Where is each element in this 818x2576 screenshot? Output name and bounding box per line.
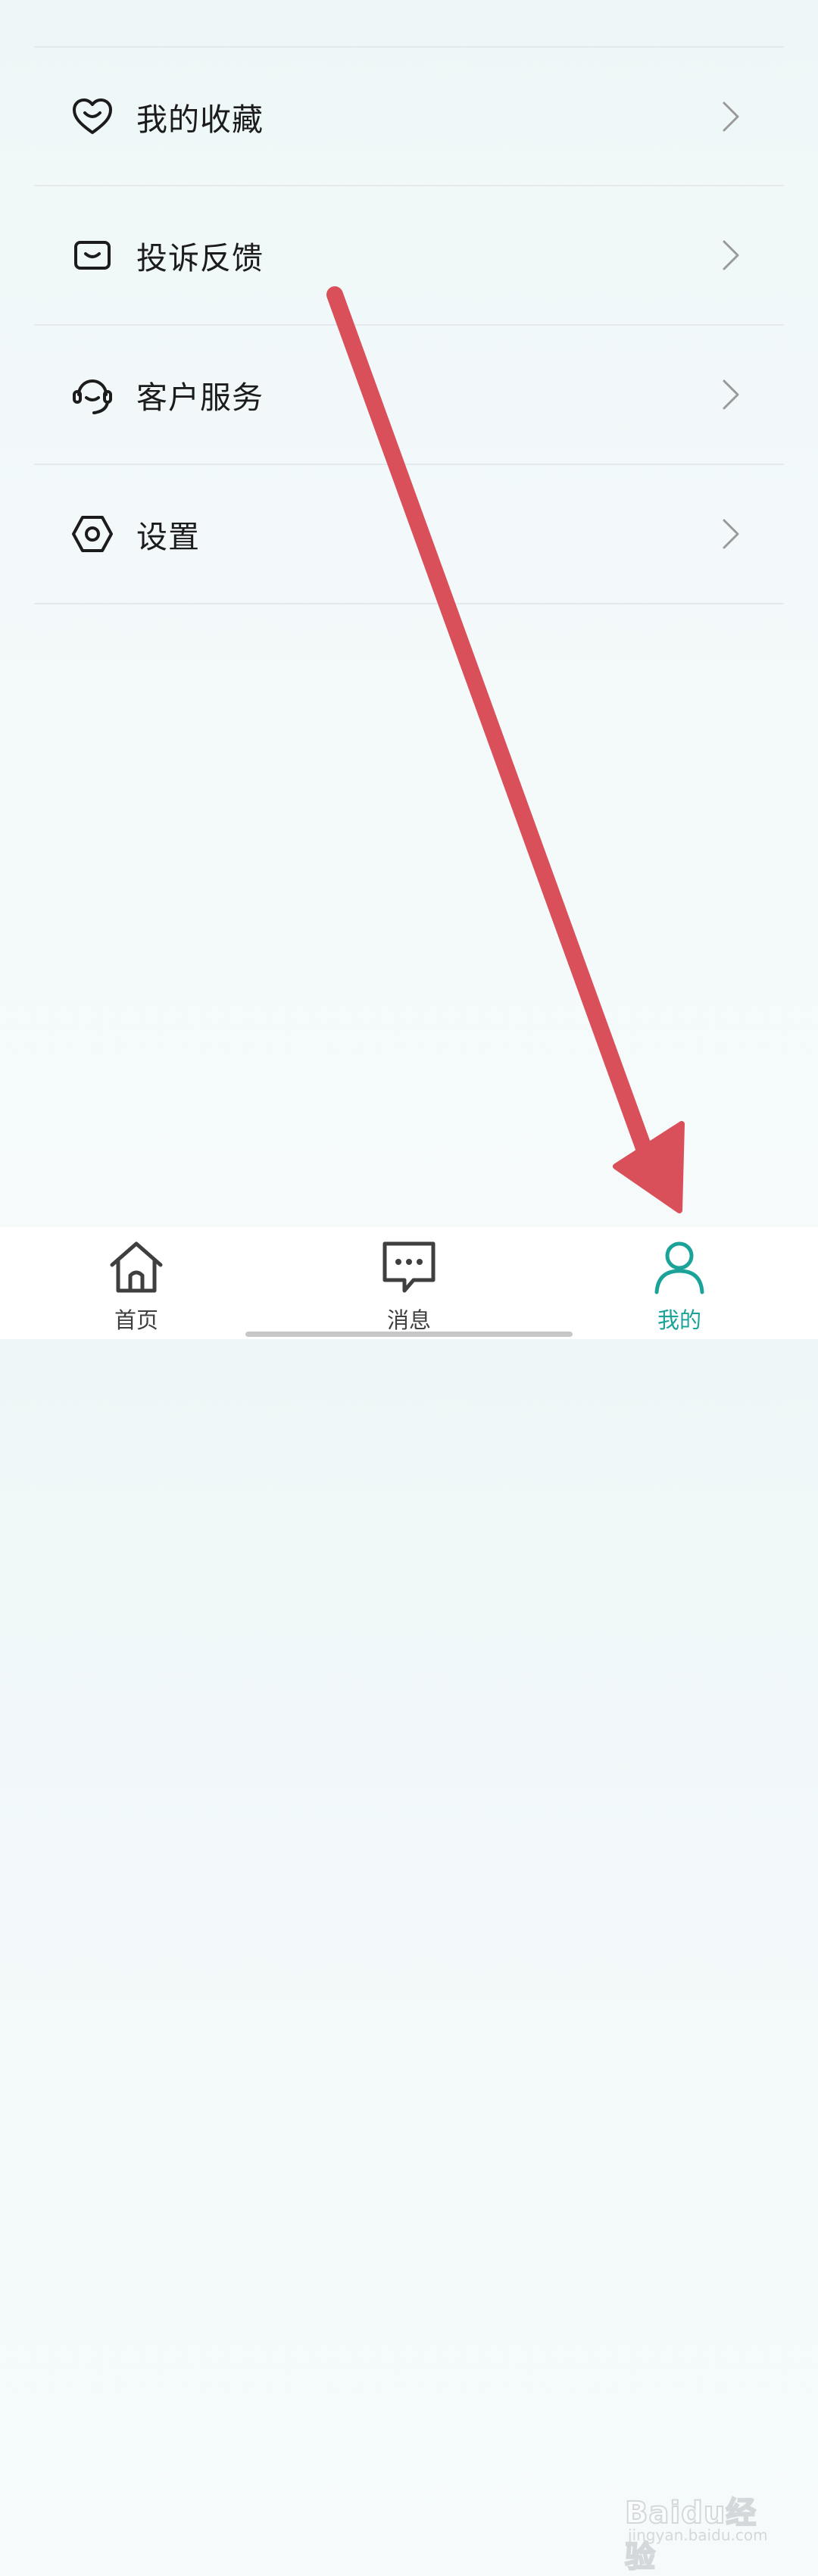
divider [34,464,784,465]
tab-messages[interactable]: 消息 [333,1227,485,1339]
divider [34,603,784,604]
headset-icon [70,372,115,417]
chevron-right-icon [723,240,739,270]
baidu-watermark: Baidu经验 jingyan.baidu.com [624,2488,776,2575]
home-indicator[interactable] [245,1332,573,1337]
menu-item-label: 我的收藏 [136,101,264,138]
menu-item-favorites[interactable]: 我的收藏 [0,48,818,185]
menu-item-label: 客户服务 [136,379,264,416]
home-icon [110,1241,163,1293]
chevron-right-icon [723,519,739,549]
divider [34,46,784,48]
menu-item-feedback[interactable]: 投诉反馈 [0,187,818,323]
divider [34,185,784,186]
menu-item-customer-service[interactable]: 客户服务 [0,326,818,463]
settings-icon [70,511,115,557]
chevron-right-icon [723,379,739,410]
menu-item-settings[interactable]: 设置 [0,466,818,602]
tab-home[interactable]: 首页 [61,1227,212,1339]
watermark-subtext: jingyan.baidu.com [628,2526,768,2544]
feedback-icon [70,233,115,278]
bottom-tab-bar: 首页 消息 我的 Baidu经验 jingyan.baidu.com [0,1227,818,2575]
menu-item-label: 设置 [136,519,200,555]
tab-label: 首页 [114,1307,158,1333]
chevron-right-icon [723,101,739,132]
profile-icon [654,1241,704,1294]
message-icon [382,1241,436,1293]
heart-icon [70,94,115,139]
menu-item-label: 投诉反馈 [136,240,264,276]
tab-label: 消息 [386,1307,431,1333]
tab-profile[interactable]: 我的 [604,1227,755,1339]
divider [34,324,784,326]
tab-label: 我的 [657,1307,701,1333]
